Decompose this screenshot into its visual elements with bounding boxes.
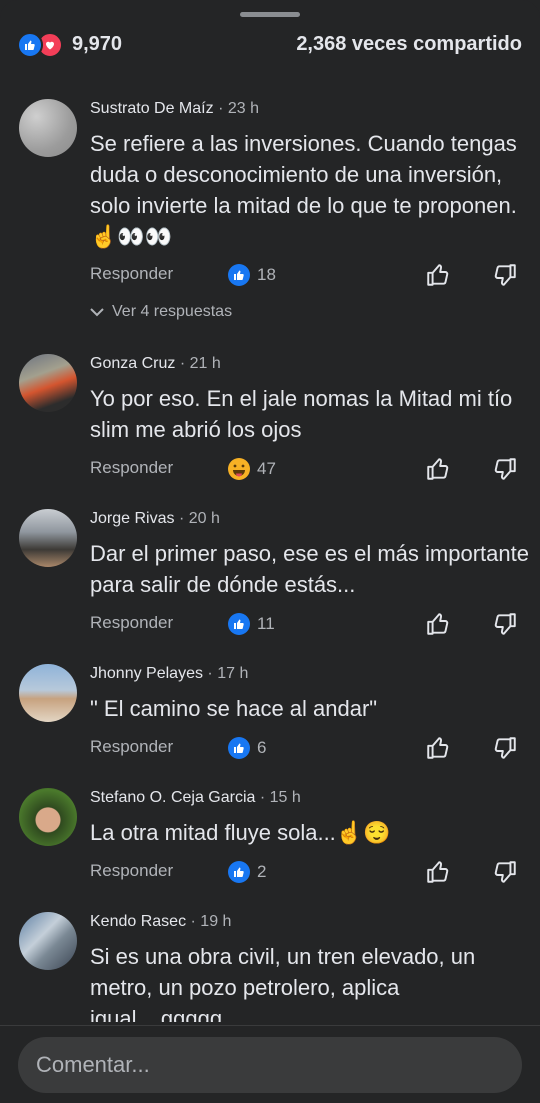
comment-actions: Responder 11 (90, 611, 530, 639)
reaction-count[interactable]: 9,970 (72, 33, 122, 56)
comment-actions: Responder 6 (90, 735, 530, 763)
comment-text: " El camino se hace al andar" (90, 696, 378, 721)
commenter-name[interactable]: Jorge Rivas (90, 510, 174, 527)
share-count[interactable]: 2,368 veces compartido (296, 33, 522, 56)
comment-time[interactable]: · 19 h (191, 913, 232, 930)
comment-composer: Comentar... (0, 1025, 540, 1103)
avatar[interactable] (19, 99, 77, 157)
like-icon (228, 737, 250, 759)
avatar[interactable] (19, 354, 77, 412)
like-icon (228, 861, 250, 883)
reaction-badge[interactable]: 18 (228, 262, 276, 288)
like-icon (228, 613, 250, 635)
view-replies-label: Ver 4 respuestas (112, 303, 233, 320)
avatar[interactable] (19, 509, 77, 567)
comment-time[interactable]: · 23 h (218, 100, 259, 117)
reaction-badge[interactable]: 2 (228, 859, 266, 885)
comment-text: Dar el primer paso, ese es el más import… (90, 541, 529, 597)
avatar[interactable] (19, 912, 77, 970)
haha-icon (228, 458, 250, 480)
reaction-count: 47 (257, 459, 276, 478)
reaction-badge[interactable]: 6 (228, 735, 266, 761)
reaction-count: 2 (257, 862, 267, 881)
comment-text: La otra mitad fluye sola...☝️😌 (90, 820, 391, 845)
comment-time[interactable]: · 15 h (260, 789, 301, 806)
thumbs-down-icon[interactable] (492, 262, 518, 293)
comment-time[interactable]: · 20 h (179, 510, 220, 527)
reply-button[interactable]: Responder (90, 613, 173, 633)
chevron-down-icon (90, 308, 104, 317)
commenter-name[interactable]: Gonza Cruz (90, 355, 175, 372)
thumbs-up-icon[interactable] (425, 859, 451, 890)
avatar[interactable] (19, 788, 77, 846)
reaction-stats-bar: 9,970 2,368 veces compartido (0, 30, 540, 62)
comment-text: Si es una obra civil, un tren elevado, u… (90, 944, 476, 1031)
comments-sheet: 9,970 2,368 veces compartido Sustrato De… (0, 0, 540, 1103)
thumbs-up-icon[interactable] (425, 262, 451, 293)
commenter-name[interactable]: Jhonny Pelayes (90, 665, 203, 682)
avatar[interactable] (19, 664, 77, 722)
reply-button[interactable]: Responder (90, 458, 173, 478)
comment-actions: Responder 47 (90, 456, 530, 484)
reply-button[interactable]: Responder (90, 861, 173, 881)
comment-time[interactable]: · 17 h (207, 665, 248, 682)
thumbs-down-icon[interactable] (492, 611, 518, 642)
like-icon (17, 32, 43, 58)
reaction-count: 6 (257, 738, 267, 757)
comment-actions: Responder 2 (90, 859, 530, 887)
thumbs-down-icon[interactable] (492, 735, 518, 766)
reaction-count: 18 (257, 265, 276, 284)
thumbs-up-icon[interactable] (425, 735, 451, 766)
like-icon (228, 264, 250, 286)
commenter-name[interactable]: Kendo Rasec (90, 913, 186, 930)
thumbs-up-icon[interactable] (425, 456, 451, 487)
reply-button[interactable]: Responder (90, 264, 173, 284)
comment-input[interactable]: Comentar... (18, 1037, 522, 1093)
comment-actions: Responder 18 (90, 262, 530, 290)
reaction-badge[interactable]: 11 (228, 611, 275, 637)
reaction-count: 11 (257, 614, 275, 633)
thumbs-down-icon[interactable] (492, 859, 518, 890)
thumbs-down-icon[interactable] (492, 456, 518, 487)
drag-handle[interactable] (240, 12, 300, 17)
reply-button[interactable]: Responder (90, 737, 173, 757)
commenter-name[interactable]: Sustrato De Maíz (90, 100, 214, 117)
reaction-summary[interactable] (17, 32, 65, 58)
comment-text: Se refiere a las inversiones. Cuando ten… (90, 131, 517, 249)
reaction-badge[interactable]: 47 (228, 456, 276, 482)
view-replies-link[interactable]: Ver 4 respuestas (90, 303, 232, 321)
comment-text: Yo por eso. En el jale nomas la Mitad mi… (90, 386, 513, 442)
commenter-name[interactable]: Stefano O. Ceja Garcia (90, 789, 255, 806)
thumbs-up-icon[interactable] (425, 611, 451, 642)
comment-time[interactable]: · 21 h (180, 355, 221, 372)
